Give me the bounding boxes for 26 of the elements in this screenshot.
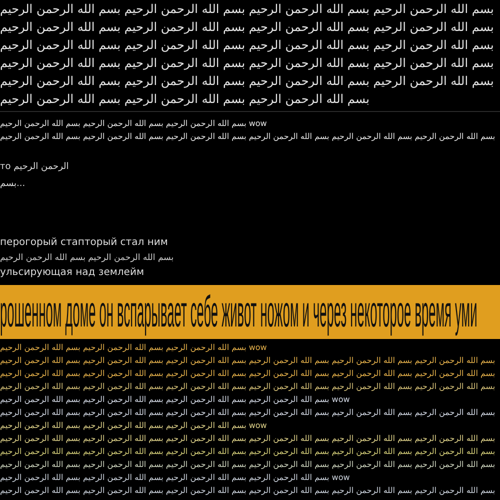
chat-line: بسم الله الرحمن الرحيم بسم الله الرحمن الرحيم بسم الله الرحمن الرحيم بسم الله الرحمن الرحيم بسم الله الرحمن الرحيم بسم الله الرحمن الرحيم [0, 130, 496, 143]
chat-line: بسم الله الرحمن الرحيم بسم الله الرحمن الرحيم بسم الله الرحمن الرحيم بسم الله الرحمن الرحيم بسم الله الرحمن الرحيم بسم الله الرحمن الرحيم [0, 459, 496, 471]
chat-line: بسم الله الرحمن الرحيم بسم الله الرحمن الرحيم بسم الله الرحمن الرحيم بسم الله الرحمن الرحيم بسم الله الرحمن الرحيم بسم الله الرحمن الرحيم [0, 355, 496, 367]
calligraphy-line: بسم الله الرحمن الرحيم بسم الله الرحمن الرحيم بسم الله الرحمن الرحيم [0, 91, 370, 108]
message-snippet: بسم... [0, 178, 26, 191]
calligraphy-line: بسم الله الرحمن الرحيم بسم الله الرحمن الرحيم بسم الله الرحمن الرحيم بسم الله الرحمن الرحيم [0, 73, 494, 90]
chat-line: بسم الله الرحمن الرحيم بسم الله الرحمن الرحيم بسم الله الرحمن الرحيم wow [0, 118, 267, 130]
chat-line: بسم الله الرحمن الرحيم بسم الله الرحمن الرحيم بسم الله الرحمن الرحيم wow [0, 342, 267, 354]
calligraphy-line: بسم الله الرحمن الرحيم بسم الله الرحمن الرحيم بسم الله الرحمن الرحيم بسم الله الرحمن الرحيم [0, 55, 494, 72]
calligraphy-line: بسم الله الرحمن الرحيم بسم الله الرحمن الرحيم بسم الله الرحمن الرحيم بسم الله الرحمن الرحيم [0, 37, 494, 54]
chat-line: بسم الله الرحمن الرحيم بسم الله الرحمن الرحيم بسم الله الرحمن الرحيم بسم الله الرحمن الرحيم بسم الله الرحمن الرحيم بسم الله الرحمن الرحيم [0, 446, 496, 458]
chat-line: بسم الله الرحمن الرحيم بسم الله الرحمن الرحيم بسم الله الرحمن الرحيم بسم الله الرحمن الرحيم بسم الله الرحمن الرحيم بسم الله الرحمن الرحيم [0, 368, 496, 380]
calligraphy-line: بسم الله الرحمن الرحيم بسم الله الرحمن الرحيم بسم الله الرحمن الرحيم بسم الله الرحمن الرحيم [0, 1, 494, 18]
message-line: ульсирующая над землейм [0, 266, 144, 280]
chat-line: بسم الله الرحمن الرحيم بسم الله الرحمن الرحيم بسم الله الرحمن الرحيم بسم الله الرحمن الرحيم wow [0, 472, 350, 484]
message-line: перогорый стапторый стал ним [0, 236, 168, 250]
calligraphy-line: بسم الله الرحمن الرحيم بسم الله الرحمن الرحيم بسم الله الرحمن الرحيم بسم الله الرحمن الرحيم [0, 19, 494, 36]
message-line: بسم الله الرحمن الرحيم بسم الله الرحمن الرحيم [0, 252, 174, 265]
banner-text: рошенном доме он вспарывает себе живот ножом и через некоторое время уми [0, 287, 478, 337]
chat-line: بسم الله الرحمن الرحيم بسم الله الرحمن الرحيم بسم الله الرحمن الرحيم بسم الله الرحمن الرحيم بسم الله الرحمن الرحيم بسم الله الرحمن الرحيم [0, 485, 496, 497]
chat-line: بسم الله الرحمن الرحيم بسم الله الرحمن الرحيم بسم الله الرحمن الرحيم wow [0, 420, 267, 432]
chat-line: بسم الله الرحمن الرحيم بسم الله الرحمن الرحيم بسم الله الرحمن الرحيم بسم الله الرحمن الرحيم wow [0, 394, 350, 406]
message-snippet: то الرحمن الرحيم [0, 161, 69, 174]
chat-line: بسم الله الرحمن الرحيم بسم الله الرحمن الرحيم بسم الله الرحمن الرحيم بسم الله الرحمن الرحيم بسم الله الرحمن الرحيم بسم الله الرحمن الرحيم [0, 407, 496, 419]
chat-line: بسم الله الرحمن الرحيم بسم الله الرحمن الرحيم بسم الله الرحمن الرحيم بسم الله الرحمن الرحيم بسم الله الرحمن الرحيم بسم الله الرحمن الرحيم [0, 433, 496, 445]
chat-line: بسم الله الرحمن الرحيم بسم الله الرحمن الرحيم بسم الله الرحمن الرحيم بسم الله الرحمن الرحيم بسم الله الرحمن الرحيم بسم الله الرحمن الرحيم [0, 381, 496, 393]
